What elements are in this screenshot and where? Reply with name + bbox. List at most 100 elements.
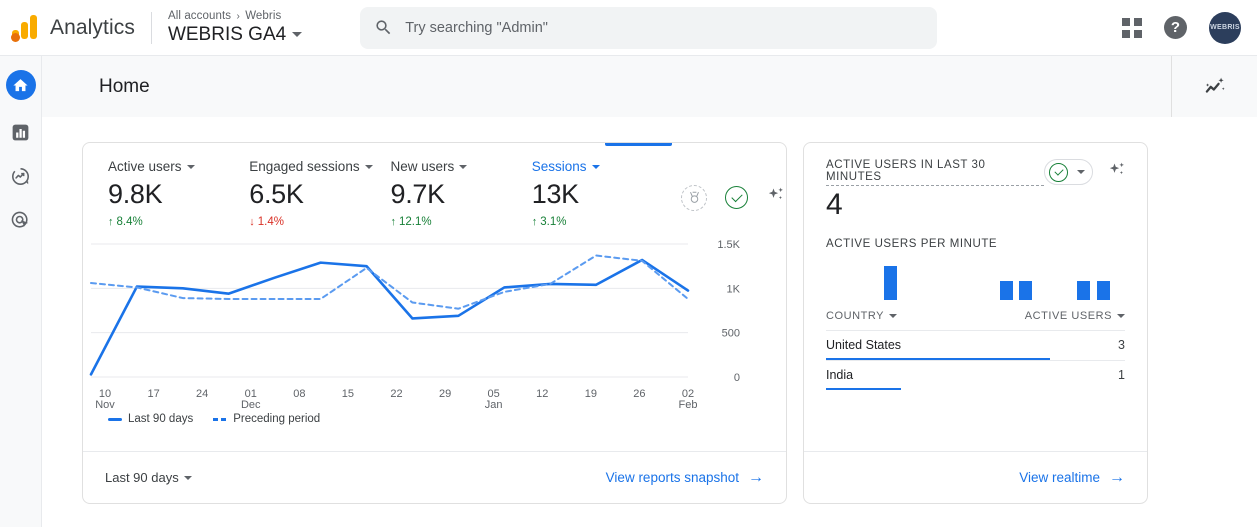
- metric-delta: ↑ 3.1%: [532, 216, 673, 228]
- metric-label: Engaged sessions: [249, 159, 360, 174]
- chevron-down-icon: [183, 475, 192, 480]
- link-label: View realtime: [1019, 470, 1100, 485]
- sidebar-item-advertising[interactable]: [9, 208, 33, 232]
- svg-text:1K: 1K: [727, 283, 741, 295]
- active-users-value: 3: [1118, 338, 1125, 352]
- search-box[interactable]: [360, 6, 938, 49]
- metric-delta-value: 3.1%: [540, 216, 567, 228]
- chevron-down-icon: [364, 164, 373, 169]
- svg-text:22: 22: [390, 388, 402, 400]
- metric-delta-value: 1.4%: [257, 216, 284, 228]
- data-quality-pill[interactable]: [1044, 159, 1093, 185]
- svg-text:1.5K: 1.5K: [717, 239, 740, 251]
- metric-delta: ↑ 8.4%: [108, 216, 249, 228]
- chevron-down-icon: [1077, 170, 1085, 174]
- search-input[interactable]: [405, 19, 924, 36]
- metric-delta: ↓ 1.4%: [249, 216, 390, 228]
- breadcrumb: All accounts › Webris: [168, 10, 302, 23]
- legend-label: Preceding period: [233, 413, 321, 425]
- sidebar-item-explore[interactable]: [9, 164, 33, 188]
- breadcrumb-account-name[interactable]: Webris: [245, 10, 281, 22]
- overview-card: Active users 9.8K ↑ 8.4% Engaged session…: [82, 142, 787, 504]
- column-label: COUNTRY: [826, 310, 885, 322]
- arrow-down-icon: ↓: [249, 215, 255, 228]
- svg-text:08: 08: [293, 388, 305, 400]
- account-selector[interactable]: All accounts › Webris WEBRIS GA4: [167, 10, 303, 45]
- property-name: WEBRIS GA4: [167, 23, 287, 45]
- date-range-selector[interactable]: Last 90 days: [105, 470, 192, 485]
- property-selector-button[interactable]: WEBRIS GA4: [167, 23, 303, 45]
- breadcrumb-all-accounts[interactable]: All accounts: [168, 10, 231, 22]
- metric-new-users: New users 9.7K ↑ 12.1%: [391, 159, 532, 228]
- view-realtime-link[interactable]: View realtime →: [1019, 469, 1125, 486]
- svg-text:Dec: Dec: [241, 399, 261, 409]
- realtime-card: ACTIVE USERS IN LAST 30 MINUTES 4 ACTIVE…: [803, 142, 1148, 504]
- table-row[interactable]: India 1: [826, 360, 1125, 390]
- metric-selector-engaged-sessions[interactable]: Engaged sessions: [249, 159, 390, 174]
- page-title: Home: [99, 75, 150, 97]
- legend-swatch-solid-icon: [108, 417, 122, 421]
- ai-insights-sparkle-icon[interactable]: [766, 185, 786, 210]
- sidebar-item-reports[interactable]: [9, 120, 33, 144]
- metric-value: 13K: [531, 179, 579, 209]
- table-row[interactable]: United States 3: [826, 330, 1125, 360]
- help-icon[interactable]: ?: [1164, 16, 1187, 39]
- arrow-up-icon: ↑: [531, 215, 538, 228]
- medal-icon: [689, 191, 699, 203]
- column-header-active-users[interactable]: ACTIVE USERS: [1025, 310, 1125, 322]
- chevron-down-icon: [459, 164, 468, 169]
- explore-trend-icon: [12, 167, 29, 185]
- view-reports-snapshot-link[interactable]: View reports snapshot →: [606, 469, 764, 486]
- insights-button[interactable]: [1171, 56, 1257, 117]
- google-analytics-logo-icon: [10, 13, 40, 43]
- advertising-target-cursor-icon: [11, 211, 29, 228]
- svg-text:15: 15: [342, 388, 354, 400]
- metric-selector-sessions[interactable]: Sessions: [532, 159, 673, 174]
- chevron-down-icon: [292, 32, 303, 38]
- avatar[interactable]: WEBRIS: [1209, 11, 1241, 44]
- sparkle-icon: [768, 187, 783, 200]
- sidebar-item-home[interactable]: [5, 70, 36, 100]
- column-label: ACTIVE USERS: [1024, 310, 1112, 322]
- legend-swatch-dashed-icon: [213, 417, 228, 421]
- active-users-per-minute-label: ACTIVE USERS PER MINUTE: [826, 238, 998, 250]
- svg-text:Jan: Jan: [485, 399, 503, 409]
- chevron-down-icon: [1117, 314, 1125, 318]
- country-name: United States: [826, 338, 902, 352]
- column-header-country[interactable]: COUNTRY: [826, 310, 1025, 322]
- chevron-down-icon: [186, 164, 195, 169]
- row-bar: [826, 387, 901, 390]
- legend-item-last-90-days: Last 90 days: [108, 413, 193, 425]
- bar-chart-icon: [12, 124, 29, 140]
- realtime-header: ACTIVE USERS IN LAST 30 MINUTES: [804, 143, 1147, 186]
- minute-bar: [1019, 281, 1033, 300]
- svg-text:0: 0: [734, 372, 740, 384]
- metric-selector-active-users[interactable]: Active users: [108, 159, 249, 174]
- metric-delta: ↑ 12.1%: [391, 216, 532, 228]
- apps-grid-icon[interactable]: [1122, 17, 1142, 38]
- arrow-up-icon: ↑: [390, 215, 397, 228]
- metric-sessions: Sessions 13K ↑ 3.1%: [532, 159, 673, 228]
- data-quality-check-icon[interactable]: [725, 186, 748, 209]
- overview-card-footer: Last 90 days View reports snapshot →: [83, 451, 786, 503]
- insights-medal-badge[interactable]: [681, 184, 707, 211]
- top-bar-actions: ? WEBRIS: [1122, 11, 1241, 44]
- date-range-label: Last 90 days: [105, 470, 179, 485]
- svg-text:17: 17: [147, 388, 159, 400]
- metric-value: 9.8K: [108, 179, 163, 209]
- arrow-up-icon: ↑: [108, 215, 114, 228]
- data-quality-check-icon: [1049, 162, 1068, 182]
- page-header: Home: [42, 56, 1257, 117]
- metric-selector-new-users[interactable]: New users: [391, 159, 532, 174]
- ai-insights-sparkle-icon[interactable]: [1107, 160, 1127, 185]
- active-users-count: 4: [826, 188, 843, 221]
- svg-text:26: 26: [633, 388, 645, 400]
- svg-text:Nov: Nov: [95, 399, 115, 409]
- sessions-trend-chart: 0 500 1K 1.5K 10 Nov 17 24 01 Dec 08 15 22 29 05 Jan 12 1…: [83, 234, 786, 409]
- legend-label: Last 90 days: [128, 413, 194, 425]
- header-divider: [150, 11, 152, 44]
- svg-text:19: 19: [585, 388, 597, 400]
- breadcrumb-separator-icon: ›: [236, 11, 240, 23]
- metric-row: Active users 9.8K ↑ 8.4% Engaged session…: [83, 143, 786, 228]
- minute-bar: [884, 266, 897, 300]
